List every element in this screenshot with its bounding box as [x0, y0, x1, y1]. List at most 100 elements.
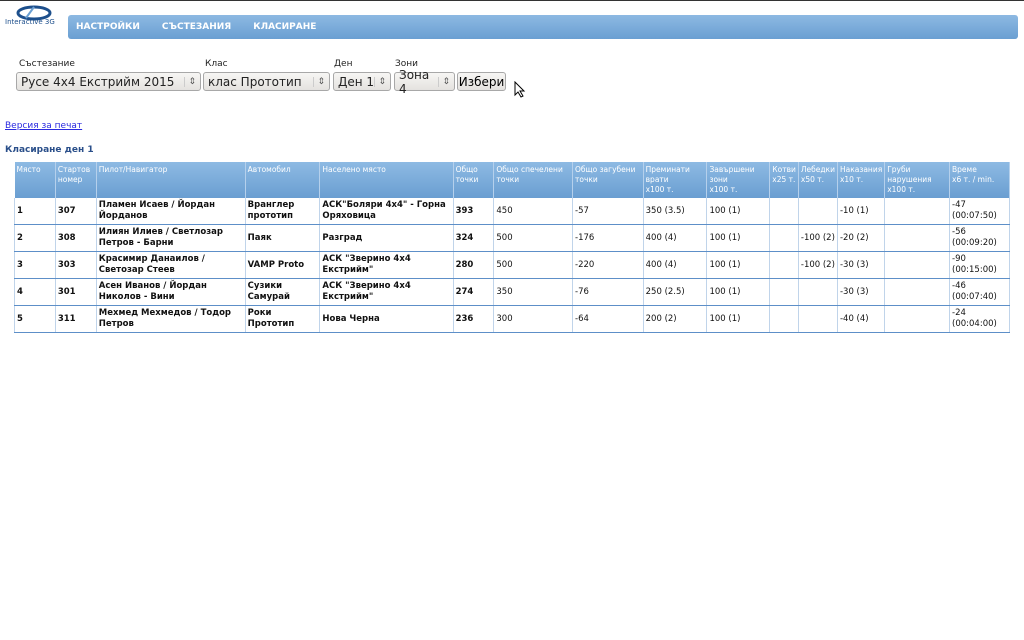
table-cell: 307 [55, 198, 97, 225]
column-header-line: x50 т. [800, 175, 824, 184]
chevron-updown-icon: ⇕ [313, 76, 325, 87]
table-cell: Паяк [245, 224, 321, 252]
table-cell: -176 [572, 224, 644, 252]
nav-settings[interactable]: НАСТРОЙКИ [76, 22, 140, 32]
table-cell: -40 (4) [837, 305, 886, 333]
logo-text: Interactive 3G [5, 18, 55, 26]
table-cell: 100 (1) [706, 251, 771, 279]
table-cell: -47 (00:07:50) [949, 198, 1010, 225]
table-row: 3 303 Красимир Данаилов / Светозар Стеев VA… [14, 251, 1010, 279]
table-cell: 100 (1) [706, 224, 771, 252]
table-cell: 324 [453, 224, 495, 252]
column-header-line: x6 т. / min. [952, 175, 995, 184]
class-label: Клас [205, 59, 228, 69]
table-cell: -100 (2) [798, 251, 838, 279]
table-cell: 1 [14, 198, 56, 225]
column-header-line: точки [455, 175, 479, 184]
table-cell: Вранглер прототип [245, 198, 321, 225]
competition-label: Състезание [19, 59, 75, 69]
column-header: Завършени зони x100 т. [706, 162, 771, 198]
table-cell: 308 [55, 224, 97, 252]
column-header-line: врати [645, 175, 669, 184]
main-nav: НАСТРОЙКИ СЪСТЕЗАНИЯ КЛАСИРАНЕ [68, 15, 1018, 39]
table-cell: 301 [55, 278, 97, 306]
mouse-cursor-icon [514, 81, 526, 98]
column-header: Лебедки x50 т. [798, 162, 838, 198]
table-cell: 280 [453, 251, 495, 279]
column-header-line: Автомобил [247, 165, 291, 174]
column-header-line: Общо [455, 165, 478, 174]
table-cell [769, 305, 799, 333]
column-header-line: Завършени [709, 165, 755, 174]
table-row: 1 307 Пламен Исаев / Йордан Йорданов Врангл… [14, 198, 1010, 225]
column-header: Общо спечелени точки [493, 162, 573, 198]
table-cell: Красимир Данаилов / Светозар Стеев [96, 251, 246, 279]
table-cell: -220 [572, 251, 644, 279]
table-cell [769, 224, 799, 252]
table-cell: 300 [493, 305, 573, 333]
day-value: Ден 1 [338, 74, 375, 89]
table-cell: 274 [453, 278, 495, 306]
nav-competitions[interactable]: СЪСТЕЗАНИЯ [162, 22, 231, 32]
column-header-line: Преминати [645, 165, 690, 174]
table-cell: VAMP Proto [245, 251, 321, 279]
day-label: Ден [334, 59, 353, 69]
competition-select[interactable]: Русе 4x4 Екстрийм 2015 ⇕ [16, 72, 201, 91]
table-cell [769, 278, 799, 306]
table-cell: -100 (2) [798, 224, 838, 252]
table-cell: -90 (00:15:00) [949, 251, 1010, 279]
column-header-line: номер [57, 175, 83, 184]
column-header: Преминати врати x100 т. [643, 162, 708, 198]
column-header-line: зони [709, 175, 728, 184]
table-cell: -30 (3) [837, 278, 886, 306]
column-header-line: Стартов [57, 165, 91, 174]
class-value: клас Прототип [208, 74, 302, 89]
table-cell: АСК"Боляри 4x4" - Горна Оряховица [319, 198, 454, 225]
table-cell: -30 (3) [837, 251, 886, 279]
table-row: 4 301 Асен Иванов / Йордан Николов - Вини С… [14, 278, 1010, 306]
table-cell [769, 251, 799, 279]
table-cell: 450 [493, 198, 573, 225]
column-header: Стартов номер [55, 162, 97, 198]
table-cell: 500 [493, 224, 573, 252]
zones-select[interactable]: Зона 4 ⇕ [394, 68, 455, 96]
column-header: Време x6 т. / min. [949, 162, 1010, 198]
section-title: Класиране ден 1 [5, 145, 94, 155]
table-cell: -20 (2) [837, 224, 886, 252]
table-cell: 100 (1) [706, 198, 771, 225]
table-cell [798, 198, 838, 225]
table-cell: АСК "Зверино 4x4 Екстрийм" [319, 278, 454, 306]
table-row: 2 308 Илиян Илиев / Светлозар Петров - Бар… [14, 224, 1010, 252]
column-header: Автомобил [245, 162, 321, 198]
table-cell: 236 [453, 305, 495, 333]
select-button[interactable]: Избери [457, 72, 506, 91]
table-cell: 250 (2.5) [643, 278, 708, 306]
column-header: Пилот/Навигатор [96, 162, 246, 198]
column-header: Общо точки [453, 162, 495, 198]
nav-ranking[interactable]: КЛАСИРАНЕ [253, 22, 316, 32]
class-select[interactable]: клас Прототип ⇕ [203, 72, 330, 91]
competition-value: Русе 4x4 Екстрийм 2015 [21, 74, 175, 89]
table-cell: -64 [572, 305, 644, 333]
column-header-line: x100 т. [887, 185, 916, 194]
logo-icon [16, 5, 52, 21]
column-header: Място [14, 162, 56, 198]
table-cell: 200 (2) [643, 305, 708, 333]
day-select[interactable]: Ден 1 ⇕ [333, 72, 391, 91]
column-header: Общо загубени точки [572, 162, 644, 198]
column-header-line: x25 т. [772, 175, 796, 184]
column-header: Груби нарушения x100 т. [884, 162, 951, 198]
column-header-line: x10 т. [839, 175, 864, 184]
column-header-line: точки [496, 175, 520, 184]
table-cell: Мехмед Мехмедов / Тодор Петров [96, 305, 246, 333]
column-header-line: Населено място [322, 165, 386, 174]
column-header-line: x100 т. [709, 185, 738, 194]
table-cell: -56 (00:09:20) [949, 224, 1010, 252]
chevron-updown-icon: ⇕ [184, 76, 196, 87]
column-header: Котви x25 т. [769, 162, 799, 198]
table-cell: Сузики Самурай [245, 278, 321, 306]
column-header-line: Котви [772, 165, 796, 174]
table-cell: 311 [55, 305, 97, 333]
print-version-link[interactable]: Версия за печат [5, 121, 82, 131]
table-cell: Нова Черна [319, 305, 454, 333]
